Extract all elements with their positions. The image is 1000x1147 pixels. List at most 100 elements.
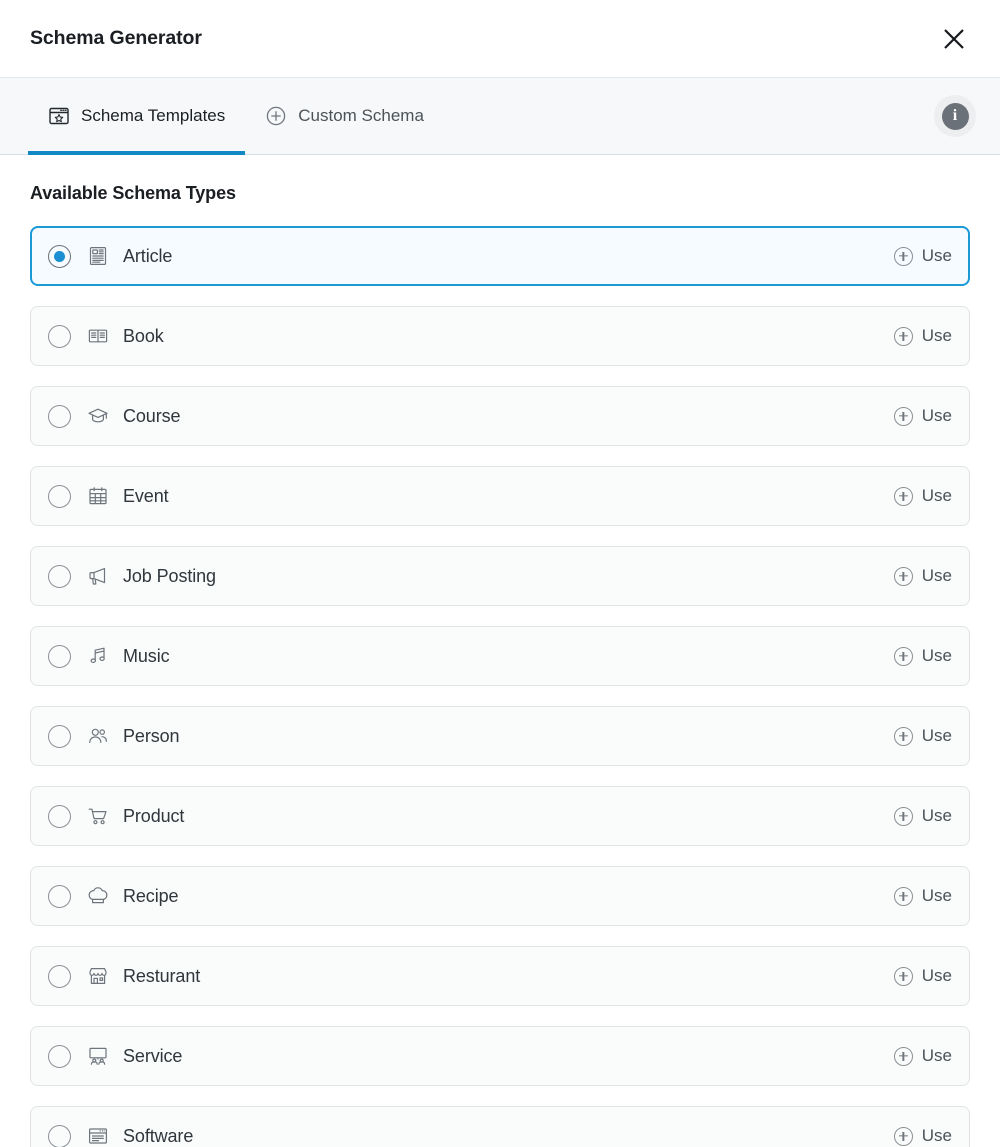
presentation-icon (87, 1045, 109, 1067)
schema-type-label: Music (123, 645, 170, 666)
schema-type-label: Event (123, 485, 169, 506)
info-button[interactable]: i (934, 95, 976, 137)
music-note-icon (87, 645, 109, 667)
schema-type-label: Service (123, 1045, 183, 1066)
use-button-recipe[interactable]: Use (893, 886, 952, 906)
radio-software[interactable] (48, 1124, 71, 1147)
use-button-resturant[interactable]: Use (893, 966, 952, 986)
use-button-label: Use (921, 726, 952, 745)
use-button-article[interactable]: Use (893, 246, 952, 266)
schema-row-book[interactable]: Book Use (30, 306, 970, 366)
tab-schema-templates[interactable]: Schema Templates (28, 78, 246, 155)
schema-row-job-posting[interactable]: Job Posting Use (30, 546, 970, 606)
chef-hat-icon (87, 885, 109, 907)
use-button-label: Use (921, 966, 952, 985)
schema-types-section: Available Schema Types Article Use Book … (0, 155, 1000, 1147)
use-button-label: Use (921, 886, 952, 905)
schema-row-product[interactable]: Product Use (30, 786, 970, 846)
plus-circle-icon (265, 105, 287, 127)
tab-label: Schema Templates (81, 106, 226, 125)
shopping-cart-icon (87, 805, 109, 827)
schema-row-article[interactable]: Article Use (30, 226, 970, 286)
schema-type-label: Product (123, 805, 185, 826)
schema-type-label: Job Posting (123, 565, 216, 586)
use-button-label: Use (921, 646, 952, 665)
close-icon (940, 25, 968, 53)
radio-book[interactable] (48, 324, 71, 348)
store-icon (87, 965, 109, 987)
people-icon (87, 725, 109, 747)
schema-type-label: Software (123, 1125, 194, 1146)
schema-type-label: Resturant (123, 965, 201, 986)
use-button-course[interactable]: Use (893, 406, 952, 426)
plus-circle-icon (893, 326, 913, 346)
use-button-label: Use (921, 246, 952, 265)
plus-circle-icon (893, 1046, 913, 1066)
use-button-person[interactable]: Use (893, 726, 952, 746)
tab-bar: Schema Templates Custom Schema i (0, 78, 1000, 155)
radio-recipe[interactable] (48, 884, 71, 908)
calendar-icon (87, 485, 109, 507)
graduation-cap-icon (87, 405, 109, 427)
plus-circle-icon (893, 646, 913, 666)
use-button-label: Use (921, 486, 952, 505)
tab-custom-schema[interactable]: Custom Schema (245, 78, 444, 154)
use-button-label: Use (921, 1126, 952, 1145)
use-button-label: Use (921, 806, 952, 825)
plus-circle-icon (893, 1126, 913, 1146)
tab-list: Schema Templates Custom Schema (0, 78, 934, 155)
schema-type-label: Book (123, 325, 164, 346)
schema-row-course[interactable]: Course Use (30, 386, 970, 446)
radio-service[interactable] (48, 1044, 71, 1068)
use-button-label: Use (921, 326, 952, 345)
schema-type-label: Person (123, 725, 180, 746)
schema-type-label: Recipe (123, 885, 179, 906)
schema-type-list: Article Use Book Use Course Use Event Us… (30, 226, 970, 1147)
radio-product[interactable] (48, 804, 71, 828)
book-icon (87, 325, 109, 347)
schema-row-music[interactable]: Music Use (30, 626, 970, 686)
use-button-product[interactable]: Use (893, 806, 952, 826)
use-button-label: Use (921, 1046, 952, 1065)
section-title: Available Schema Types (30, 183, 236, 203)
schema-row-resturant[interactable]: Resturant Use (30, 946, 970, 1006)
radio-person[interactable] (48, 724, 71, 748)
plus-circle-icon (893, 246, 913, 266)
use-button-music[interactable]: Use (893, 646, 952, 666)
radio-event[interactable] (48, 484, 71, 508)
radio-resturant[interactable] (48, 964, 71, 988)
schema-row-software[interactable]: Software Use (30, 1106, 970, 1147)
plus-circle-icon (893, 806, 913, 826)
use-button-job-posting[interactable]: Use (893, 566, 952, 586)
article-icon (87, 245, 109, 267)
megaphone-icon (87, 565, 109, 587)
plus-circle-icon (893, 726, 913, 746)
schema-row-recipe[interactable]: Recipe Use (30, 866, 970, 926)
schema-type-label: Article (123, 245, 173, 266)
plus-circle-icon (893, 406, 913, 426)
radio-music[interactable] (48, 644, 71, 668)
schema-row-person[interactable]: Person Use (30, 706, 970, 766)
use-button-label: Use (921, 566, 952, 585)
radio-article[interactable] (48, 244, 71, 268)
window-icon (87, 1125, 109, 1147)
use-button-event[interactable]: Use (893, 486, 952, 506)
template-window-star-icon (48, 105, 70, 127)
plus-circle-icon (893, 886, 913, 906)
radio-job-posting[interactable] (48, 564, 71, 588)
close-button[interactable] (936, 21, 972, 57)
modal-header: Schema Generator (0, 0, 1000, 78)
schema-type-label: Course (123, 405, 181, 426)
radio-course[interactable] (48, 404, 71, 428)
page-title: Schema Generator (30, 27, 202, 49)
schema-row-service[interactable]: Service Use (30, 1026, 970, 1086)
use-button-book[interactable]: Use (893, 326, 952, 346)
tab-label: Custom Schema (298, 106, 424, 125)
use-button-service[interactable]: Use (893, 1046, 952, 1066)
info-icon: i (941, 102, 969, 130)
tab-bar-actions: i (934, 78, 976, 154)
plus-circle-icon (893, 486, 913, 506)
schema-row-event[interactable]: Event Use (30, 466, 970, 526)
use-button-label: Use (921, 406, 952, 425)
use-button-software[interactable]: Use (893, 1126, 952, 1146)
